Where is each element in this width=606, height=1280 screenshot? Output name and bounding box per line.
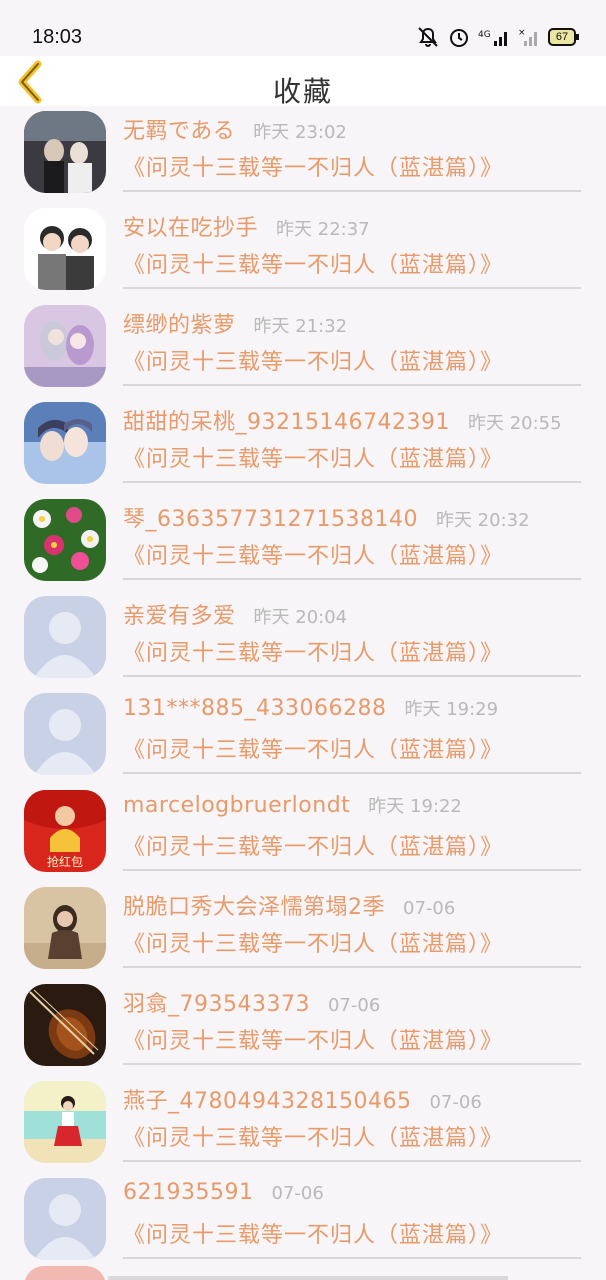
timestamp: 昨天 23:02 bbox=[253, 122, 347, 143]
timestamp: 昨天 20:32 bbox=[435, 510, 530, 531]
timestamp: 07-06 bbox=[403, 898, 456, 919]
book-title[interactable]: 《问灵十三载等一不归人（蓝湛篇）》 bbox=[123, 1217, 503, 1249]
timestamp: 昨天 20:04 bbox=[253, 607, 348, 628]
page-title: 收藏 bbox=[272, 75, 333, 108]
timestamp: 昨天 21:32 bbox=[253, 316, 348, 337]
svg-text:×: × bbox=[518, 28, 526, 38]
nav-bar: 收藏 bbox=[0, 56, 606, 108]
list-item[interactable]: 羽翕_793543373 07-06 《问灵十三载等一不归人（蓝湛篇）》 bbox=[0, 949, 606, 1066]
name-line: 脱脆口秀大会泽懦第塌2季 07-06 bbox=[123, 889, 455, 921]
timestamp: 07-06 bbox=[429, 1092, 482, 1113]
status-time: 18:03 bbox=[32, 26, 83, 48]
list-item[interactable]: 琴_636357731271538140 昨天 20:32 《问灵十三载等一不归… bbox=[0, 464, 606, 581]
user-name[interactable]: 安以在吃抄手 bbox=[123, 210, 258, 242]
favorites-list[interactable]: 无羁である 昨天 23:02 《问灵十三载等一不归人（蓝湛篇）》 安以在吃抄手 … bbox=[0, 106, 606, 1280]
list-item[interactable]: 燕子_4780494328150465 07-06 《问灵十三载等一不归人（蓝湛… bbox=[0, 1046, 606, 1163]
alarm-icon bbox=[448, 26, 470, 48]
user-name[interactable]: 琴_636357731271538140 bbox=[123, 501, 418, 533]
name-line: 131***885_433066288 昨天 19:29 bbox=[123, 695, 498, 721]
user-name[interactable]: 621935591 bbox=[123, 1180, 253, 1205]
timestamp: 昨天 19:22 bbox=[368, 796, 462, 817]
name-line: 甜甜的呆桃_93215146742391 昨天 20:55 bbox=[123, 404, 562, 436]
divider bbox=[123, 1257, 581, 1259]
status-bar: 18:03 4G × 67 bbox=[0, 0, 606, 56]
user-name[interactable]: marcelogbruerlondt bbox=[123, 793, 350, 818]
name-line: 安以在吃抄手 昨天 22:37 bbox=[123, 210, 370, 242]
timestamp: 昨天 20:55 bbox=[467, 413, 562, 434]
mute-icon bbox=[416, 26, 440, 48]
signal-4g-icon: 4G bbox=[478, 26, 510, 48]
signal-icon: × bbox=[518, 26, 540, 48]
list-item[interactable]: 无羁である 昨天 23:02 《问灵十三载等一不归人（蓝湛篇）》 bbox=[0, 106, 606, 193]
name-line: 琴_636357731271538140 昨天 20:32 bbox=[123, 501, 530, 533]
name-line: 羽翕_793543373 07-06 bbox=[123, 986, 380, 1018]
user-name[interactable]: 甜甜的呆桃_93215146742391 bbox=[123, 404, 450, 436]
list-item[interactable]: 甜甜的呆桃_93215146742391 昨天 20:55 《问灵十三载等一不归… bbox=[0, 367, 606, 484]
battery-indicator: 67 bbox=[548, 28, 579, 46]
svg-text:4G: 4G bbox=[478, 30, 491, 40]
list-item[interactable]: 抢红包 marcelogbruerlondt 昨天 19:22 《问灵十三载等一… bbox=[0, 755, 606, 872]
timestamp: 昨天 19:29 bbox=[404, 699, 499, 720]
user-name[interactable]: 缥缈的紫萝 bbox=[123, 307, 236, 339]
list-item[interactable]: 脱脆口秀大会泽懦第塌2季 07-06 《问灵十三载等一不归人（蓝湛篇）》 bbox=[0, 852, 606, 969]
timestamp: 07-06 bbox=[271, 1183, 324, 1204]
user-name[interactable]: 羽翕_793543373 bbox=[123, 986, 310, 1018]
favorites-list-inner: 无羁である 昨天 23:02 《问灵十三载等一不归人（蓝湛篇）》 安以在吃抄手 … bbox=[0, 106, 606, 1260]
user-name[interactable]: 脱脆口秀大会泽懦第塌2季 bbox=[123, 889, 385, 921]
name-line: 亲爱有多爱 昨天 20:04 bbox=[123, 598, 347, 630]
name-line: marcelogbruerlondt 昨天 19:22 bbox=[123, 792, 462, 818]
list-item[interactable]: 621935591 07-06 《问灵十三载等一不归人（蓝湛篇）》 bbox=[0, 1143, 606, 1260]
bottom-scroll-hint bbox=[108, 1276, 508, 1280]
list-item[interactable]: 131***885_433066288 昨天 19:29 《问灵十三载等一不归人… bbox=[0, 658, 606, 775]
name-line: 缥缈的紫萝 昨天 21:32 bbox=[123, 307, 347, 339]
list-item[interactable]: 安以在吃抄手 昨天 22:37 《问灵十三载等一不归人（蓝湛篇）》 bbox=[0, 173, 606, 290]
name-line: 无羁である 昨天 23:02 bbox=[123, 113, 347, 145]
list-item[interactable]: 缥缈的紫萝 昨天 21:32 《问灵十三载等一不归人（蓝湛篇）》 bbox=[0, 270, 606, 387]
user-name[interactable]: 无羁である bbox=[123, 113, 235, 145]
name-line: 燕子_4780494328150465 07-06 bbox=[123, 1083, 482, 1115]
timestamp: 07-06 bbox=[327, 995, 381, 1016]
user-name[interactable]: 亲爱有多爱 bbox=[123, 598, 236, 630]
status-icons: 4G × 67 bbox=[416, 26, 579, 48]
user-name[interactable]: 燕子_4780494328150465 bbox=[123, 1083, 411, 1115]
user-name[interactable]: 131***885_433066288 bbox=[123, 696, 386, 721]
name-line: 621935591 07-06 bbox=[123, 1180, 324, 1205]
list-item[interactable]: 亲爱有多爱 昨天 20:04 《问灵十三载等一不归人（蓝湛篇）》 bbox=[0, 561, 606, 678]
next-avatar-peek bbox=[24, 1266, 106, 1280]
avatar[interactable] bbox=[24, 1178, 106, 1260]
timestamp: 昨天 22:37 bbox=[276, 219, 370, 240]
